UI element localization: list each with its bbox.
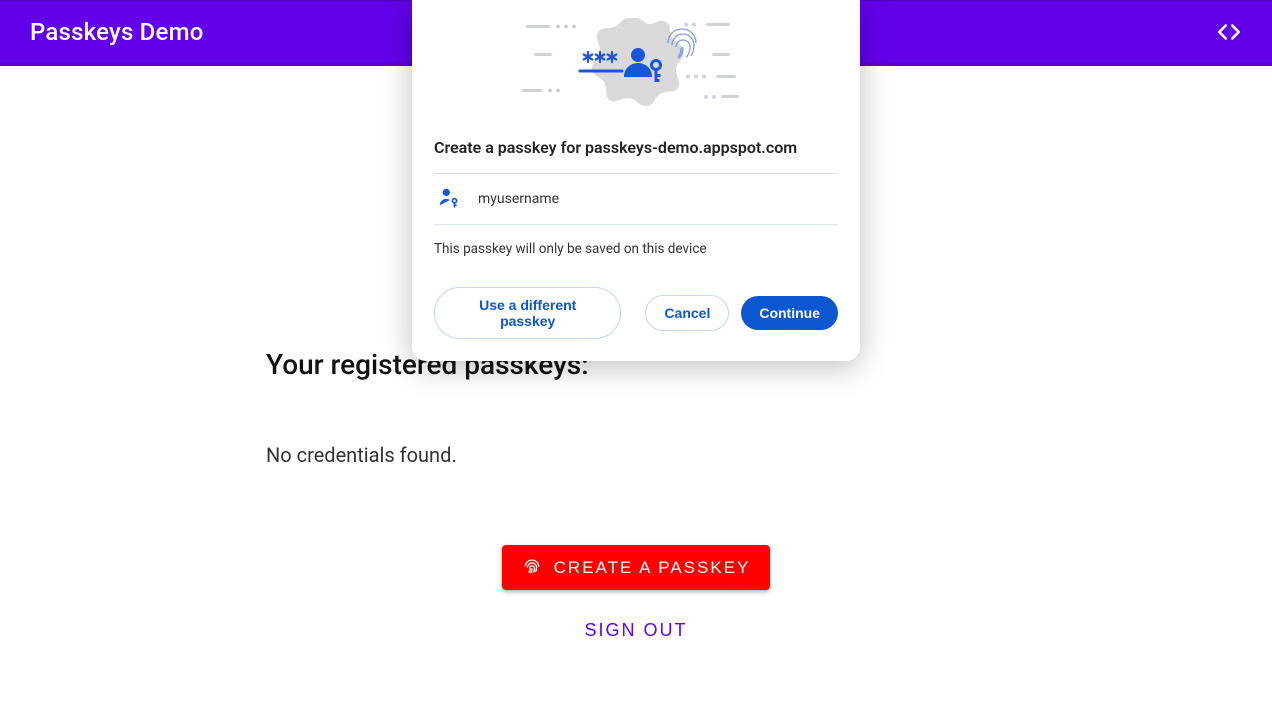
- use-different-passkey-button[interactable]: Use a different passkey: [434, 287, 621, 339]
- create-passkey-button[interactable]: CREATE A PASSKEY: [502, 545, 771, 590]
- create-passkey-label: CREATE A PASSKEY: [554, 558, 751, 578]
- code-toggle-icon[interactable]: [1216, 19, 1242, 45]
- dialog-note: This passkey will only be saved on this …: [434, 241, 838, 257]
- dialog-illustration: [412, 0, 860, 120]
- user-key-icon: [438, 186, 460, 212]
- app-title: Passkeys Demo: [30, 18, 204, 46]
- sign-out-button[interactable]: SIGN OUT: [584, 620, 687, 641]
- dialog-username: myusername: [478, 191, 559, 207]
- fingerprint-icon: [522, 555, 542, 580]
- continue-button[interactable]: Continue: [741, 296, 838, 330]
- cancel-button[interactable]: Cancel: [645, 295, 729, 331]
- create-passkey-dialog: Create a passkey for passkeys-demo.appsp…: [412, 0, 860, 361]
- dialog-title: Create a passkey for passkeys-demo.appsp…: [434, 138, 838, 157]
- dialog-user-row: myusername: [434, 173, 838, 225]
- no-credentials-message: No credentials found.: [266, 443, 1006, 467]
